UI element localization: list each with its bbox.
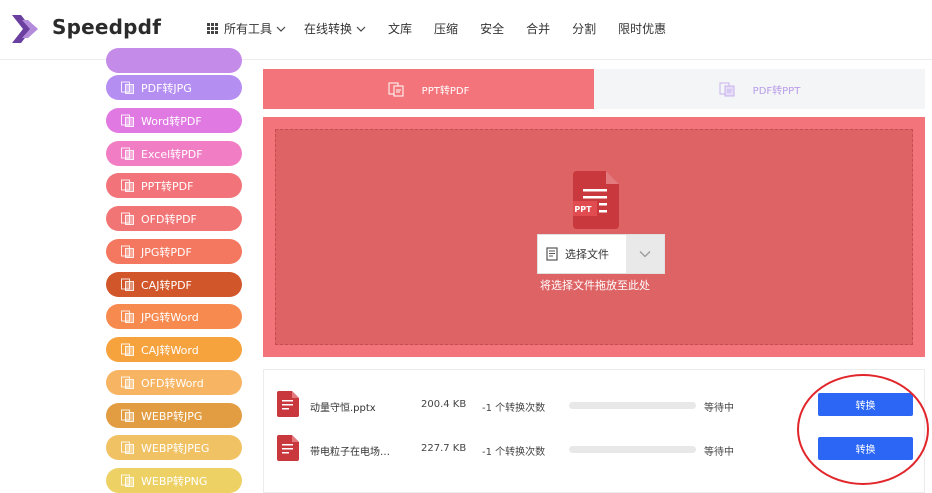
- file-row: 动量守恒.pptx 200.4 KB -1 个转换次数 等待中 转换: [264, 387, 924, 423]
- sidebar-item[interactable]: WEBP转PNG: [106, 468, 242, 493]
- file-type-badge: PPT: [574, 205, 592, 214]
- tool-sidebar: PDF转JPG Word转PDF Excel转PDF PPT转PDF OFD转PDF JP…: [0, 48, 250, 493]
- select-file-control: 选择文件: [537, 234, 665, 274]
- sidebar-item[interactable]: [106, 48, 242, 73]
- select-source-dropdown[interactable]: [626, 235, 664, 273]
- sidebar-item-label: CAJ转Word: [141, 343, 199, 357]
- progress-bar: [569, 446, 696, 453]
- ppt-file-icon: [277, 435, 299, 461]
- chevron-down-icon: [639, 251, 651, 258]
- file-status: 等待中: [704, 447, 734, 458]
- chevron-down-icon: [356, 26, 366, 32]
- select-file-button[interactable]: 选择文件: [538, 235, 626, 273]
- nav-library[interactable]: 文库: [388, 20, 412, 37]
- select-file-label: 选择文件: [565, 248, 609, 261]
- file-dropzone[interactable]: PPT 选择文件 将选择文件拖放至此处: [275, 129, 913, 345]
- convert-doc-icon: [121, 409, 134, 422]
- conversion-count: -1 个转换次数: [482, 447, 546, 458]
- convert-doc-icon: [121, 212, 134, 225]
- speedpdf-logo-icon[interactable]: [8, 12, 44, 48]
- nav-security[interactable]: 安全: [480, 20, 504, 37]
- upload-area: PPT 选择文件 将选择文件拖放至此处: [263, 117, 925, 357]
- sidebar-item-label: Excel转PDF: [141, 147, 203, 161]
- sidebar-item[interactable]: Word转PDF: [106, 108, 242, 133]
- nav-label: 在线转换: [304, 22, 353, 36]
- convert-doc-icon: [121, 441, 134, 454]
- sidebar-item[interactable]: CAJ转PDF: [106, 272, 242, 297]
- progress-bar: [569, 402, 696, 409]
- tab-label: PPT转PDF: [421, 85, 470, 97]
- convert-doc-icon: [121, 376, 134, 389]
- convert-doc-icon: [121, 114, 134, 127]
- grid-icon: [207, 23, 218, 34]
- file-icon: [546, 247, 558, 261]
- sidebar-item-label: OFD转Word: [141, 376, 204, 390]
- conversion-count: -1 个转换次数: [482, 403, 546, 414]
- convert-doc-icon: [121, 310, 134, 323]
- tab-pdf-to-ppt[interactable]: PDF转PPT: [594, 69, 925, 109]
- sidebar-item[interactable]: PDF转JPG: [106, 75, 242, 100]
- sidebar-item[interactable]: CAJ转Word: [106, 337, 242, 362]
- sidebar-item[interactable]: JPG转PDF: [106, 239, 242, 264]
- convert-doc-icon: [121, 81, 134, 94]
- tab-label: PDF转PPT: [752, 85, 801, 97]
- drop-hint-text: 将选择文件拖放至此处: [540, 279, 650, 292]
- ppt-file-icon: PPT: [573, 171, 619, 229]
- sidebar-item-label: WEBP转JPEG: [141, 441, 210, 455]
- sidebar-item[interactable]: OFD转PDF: [106, 206, 242, 231]
- conversion-tabs: PPT转PDF PDF转PPT: [263, 69, 925, 109]
- nav-compress[interactable]: 压缩: [434, 20, 458, 37]
- file-size: 227.7 KB: [421, 443, 467, 454]
- file-size: 200.4 KB: [421, 399, 467, 410]
- sidebar-item-label: Word转PDF: [141, 114, 202, 128]
- nav-all-tools[interactable]: 所有工具: [207, 20, 286, 37]
- sidebar-item-label: PDF转JPG: [141, 81, 192, 95]
- convert-doc-icon: [121, 245, 134, 258]
- sidebar-item-label: WEBP转JPG: [141, 409, 203, 423]
- convert-doc-icon: [121, 179, 134, 192]
- convert-doc-icon: [121, 474, 134, 487]
- file-name: 动量守恒.pptx: [310, 403, 376, 414]
- ppt-to-pdf-icon: [388, 82, 404, 97]
- convert-button[interactable]: 转换: [818, 393, 913, 416]
- nav-label: 所有工具: [224, 22, 273, 36]
- sidebar-item[interactable]: PPT转PDF: [106, 173, 242, 198]
- sidebar-item[interactable]: Excel转PDF: [106, 141, 242, 166]
- sidebar-item[interactable]: WEBP转JPG: [106, 403, 242, 428]
- nav-online-convert[interactable]: 在线转换: [304, 20, 366, 37]
- brand-name[interactable]: Speedpdf: [52, 15, 161, 39]
- sidebar-item-label: OFD转PDF: [141, 212, 197, 226]
- nav-split[interactable]: 分割: [572, 20, 596, 37]
- convert-doc-icon: [121, 343, 134, 356]
- file-name: 带电粒子在电场…: [310, 447, 390, 458]
- main-nav: 所有工具 在线转换 文库 压缩 安全 合并 分割 限时优惠: [207, 20, 688, 37]
- sidebar-item-label: WEBP转PNG: [141, 474, 208, 488]
- file-status: 等待中: [704, 403, 734, 414]
- pdf-to-ppt-icon: [719, 82, 735, 97]
- convert-button[interactable]: 转换: [818, 437, 913, 460]
- sidebar-item[interactable]: JPG转Word: [106, 304, 242, 329]
- sidebar-item-label: CAJ转PDF: [141, 278, 192, 292]
- tab-ppt-to-pdf[interactable]: PPT转PDF: [263, 69, 594, 109]
- file-list: 动量守恒.pptx 200.4 KB -1 个转换次数 等待中 转换 带电粒子在电场… 22…: [263, 369, 925, 493]
- sidebar-item-label: JPG转Word: [141, 310, 199, 324]
- sidebar-item[interactable]: OFD转Word: [106, 370, 242, 395]
- nav-promotion[interactable]: 限时优惠: [618, 20, 666, 37]
- sidebar-item[interactable]: WEBP转JPEG: [106, 435, 242, 460]
- nav-merge[interactable]: 合并: [526, 20, 550, 37]
- file-row: 带电粒子在电场… 227.7 KB -1 个转换次数 等待中 转换: [264, 431, 924, 467]
- sidebar-item-label: PPT转PDF: [141, 179, 194, 193]
- chevron-down-icon: [276, 26, 286, 32]
- convert-doc-icon: [121, 147, 134, 160]
- sidebar-item-label: JPG转PDF: [141, 245, 192, 259]
- ppt-file-icon: [277, 391, 299, 417]
- convert-doc-icon: [121, 278, 134, 291]
